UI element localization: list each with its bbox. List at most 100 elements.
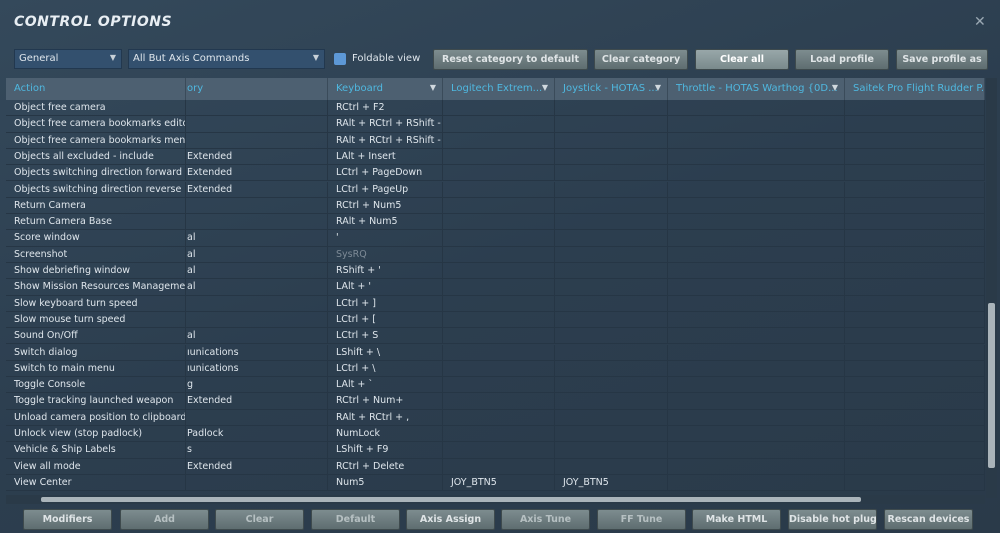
cell-joystick[interactable] xyxy=(555,246,668,263)
cell-throttle[interactable] xyxy=(668,458,845,475)
cell-action[interactable]: Return Camera Base xyxy=(6,214,186,231)
cell-joystick[interactable] xyxy=(555,344,668,361)
cell-action[interactable]: Slow mouse turn speed xyxy=(6,311,186,329)
cell-category[interactable]: al xyxy=(186,279,328,296)
cell-rudder[interactable] xyxy=(845,360,985,378)
clear-button[interactable]: Clear xyxy=(215,509,304,530)
column-header-throttle[interactable]: Throttle - HOTAS Warthog {0D... ▼ xyxy=(668,78,845,100)
cell-rudder[interactable] xyxy=(845,230,985,247)
cell-logitech[interactable] xyxy=(443,246,555,263)
table-row[interactable]: Screenshot al SysRQ xyxy=(6,246,985,263)
cell-joystick[interactable] xyxy=(555,148,668,166)
cell-category[interactable] xyxy=(186,295,328,312)
cell-rudder[interactable] xyxy=(845,263,985,280)
cell-category[interactable] xyxy=(186,132,328,149)
table-row[interactable]: Sound On/Off al LCtrl + S xyxy=(6,328,985,345)
cell-throttle[interactable] xyxy=(668,409,845,426)
cell-rudder[interactable] xyxy=(845,458,985,475)
cell-joystick[interactable] xyxy=(555,295,668,312)
make-html-button[interactable]: Make HTML xyxy=(692,509,781,530)
table-row[interactable]: Object free camera RCtrl + F2 xyxy=(6,100,985,117)
cell-action[interactable]: View Center xyxy=(6,474,186,492)
cell-action[interactable]: View all mode xyxy=(6,458,186,475)
cell-joystick[interactable] xyxy=(555,165,668,182)
cell-keyboard[interactable]: RCtrl + Num5 xyxy=(328,197,443,215)
cell-joystick[interactable] xyxy=(555,311,668,329)
cell-category[interactable]: s xyxy=(186,442,328,459)
cell-rudder[interactable] xyxy=(845,377,985,394)
cell-logitech[interactable] xyxy=(443,116,555,133)
clear-category-button[interactable]: Clear category xyxy=(594,49,688,70)
cell-throttle[interactable] xyxy=(668,377,845,394)
cell-category[interactable] xyxy=(186,474,328,492)
cell-logitech[interactable] xyxy=(443,360,555,378)
category-select[interactable]: General ▼ xyxy=(14,49,122,69)
cell-category[interactable]: Padlock xyxy=(186,426,328,443)
cell-category[interactable]: al xyxy=(186,230,328,247)
table-row[interactable]: Unload camera position to clipboard RAlt … xyxy=(6,409,985,426)
cell-throttle[interactable] xyxy=(668,246,845,263)
cell-keyboard[interactable]: RCtrl + Num+ xyxy=(328,393,443,410)
cell-action[interactable]: Object free camera bookmarks editor xyxy=(6,116,186,133)
cell-category[interactable] xyxy=(186,311,328,329)
cell-category[interactable]: al xyxy=(186,328,328,345)
table-row[interactable]: Slow keyboard turn speed LCtrl + ] xyxy=(6,295,985,312)
cell-logitech[interactable] xyxy=(443,197,555,215)
cell-action[interactable]: Unlock view (stop padlock) xyxy=(6,426,186,443)
cell-keyboard[interactable]: LAlt + ' xyxy=(328,279,443,296)
cell-joystick[interactable] xyxy=(555,132,668,149)
table-row[interactable]: Vehicle & Ship Labels s LShift + F9 xyxy=(6,442,985,459)
cell-logitech[interactable] xyxy=(443,311,555,329)
cell-category[interactable]: Extended xyxy=(186,165,328,182)
cell-category[interactable]: Extended xyxy=(186,148,328,166)
column-header-logitech[interactable]: Logitech Extrem... ▼ xyxy=(443,78,555,100)
cell-throttle[interactable] xyxy=(668,181,845,198)
cell-joystick[interactable] xyxy=(555,377,668,394)
cell-category[interactable] xyxy=(186,100,328,117)
cell-logitech[interactable] xyxy=(443,165,555,182)
cell-rudder[interactable] xyxy=(845,295,985,312)
cell-throttle[interactable] xyxy=(668,214,845,231)
cell-throttle[interactable] xyxy=(668,230,845,247)
cell-action[interactable]: Sound On/Off xyxy=(6,328,186,345)
cell-keyboard[interactable]: LAlt + Insert xyxy=(328,148,443,166)
cell-logitech[interactable] xyxy=(443,409,555,426)
cell-category[interactable] xyxy=(186,197,328,215)
cell-category[interactable]: g xyxy=(186,377,328,394)
cell-rudder[interactable] xyxy=(845,132,985,149)
table-row[interactable]: Show debriefing window al RShift + ' xyxy=(6,263,985,280)
load-profile-button[interactable]: Load profile xyxy=(795,49,889,70)
cell-category[interactable]: Extended xyxy=(186,458,328,475)
table-row[interactable]: Unlock view (stop padlock) Padlock NumLock xyxy=(6,426,985,443)
cell-category[interactable]: al xyxy=(186,263,328,280)
cell-logitech[interactable] xyxy=(443,377,555,394)
cell-rudder[interactable] xyxy=(845,197,985,215)
horizontal-scrollbar[interactable] xyxy=(6,495,985,504)
cell-action[interactable]: Return Camera xyxy=(6,197,186,215)
cell-rudder[interactable] xyxy=(845,100,985,117)
cell-throttle[interactable] xyxy=(668,344,845,361)
rescan-devices-button[interactable]: Rescan devices xyxy=(884,509,973,530)
cell-keyboard[interactable]: LCtrl + S xyxy=(328,328,443,345)
cell-logitech[interactable] xyxy=(443,295,555,312)
cell-rudder[interactable] xyxy=(845,165,985,182)
column-header-joystick[interactable]: Joystick - HOTAS ... ▼ xyxy=(555,78,668,100)
cell-joystick[interactable] xyxy=(555,100,668,117)
cell-keyboard[interactable]: LCtrl + ] xyxy=(328,295,443,312)
cell-joystick[interactable] xyxy=(555,393,668,410)
cell-joystick[interactable] xyxy=(555,458,668,475)
table-row[interactable]: Slow mouse turn speed LCtrl + [ xyxy=(6,311,985,329)
table-row[interactable]: Switch dialog ıunications LShift + \ xyxy=(6,344,985,361)
cell-joystick[interactable] xyxy=(555,360,668,378)
cell-rudder[interactable] xyxy=(845,214,985,231)
cell-action[interactable]: Objects switching direction reverse xyxy=(6,181,186,198)
cell-rudder[interactable] xyxy=(845,442,985,459)
cell-throttle[interactable] xyxy=(668,116,845,133)
cell-joystick[interactable] xyxy=(555,442,668,459)
cell-logitech[interactable] xyxy=(443,279,555,296)
cell-logitech[interactable] xyxy=(443,393,555,410)
cell-logitech[interactable] xyxy=(443,132,555,149)
column-header-action[interactable]: Action xyxy=(6,78,186,100)
cell-action[interactable]: Slow keyboard turn speed xyxy=(6,295,186,312)
table-row[interactable]: Return Camera Base RAlt + Num5 xyxy=(6,214,985,231)
